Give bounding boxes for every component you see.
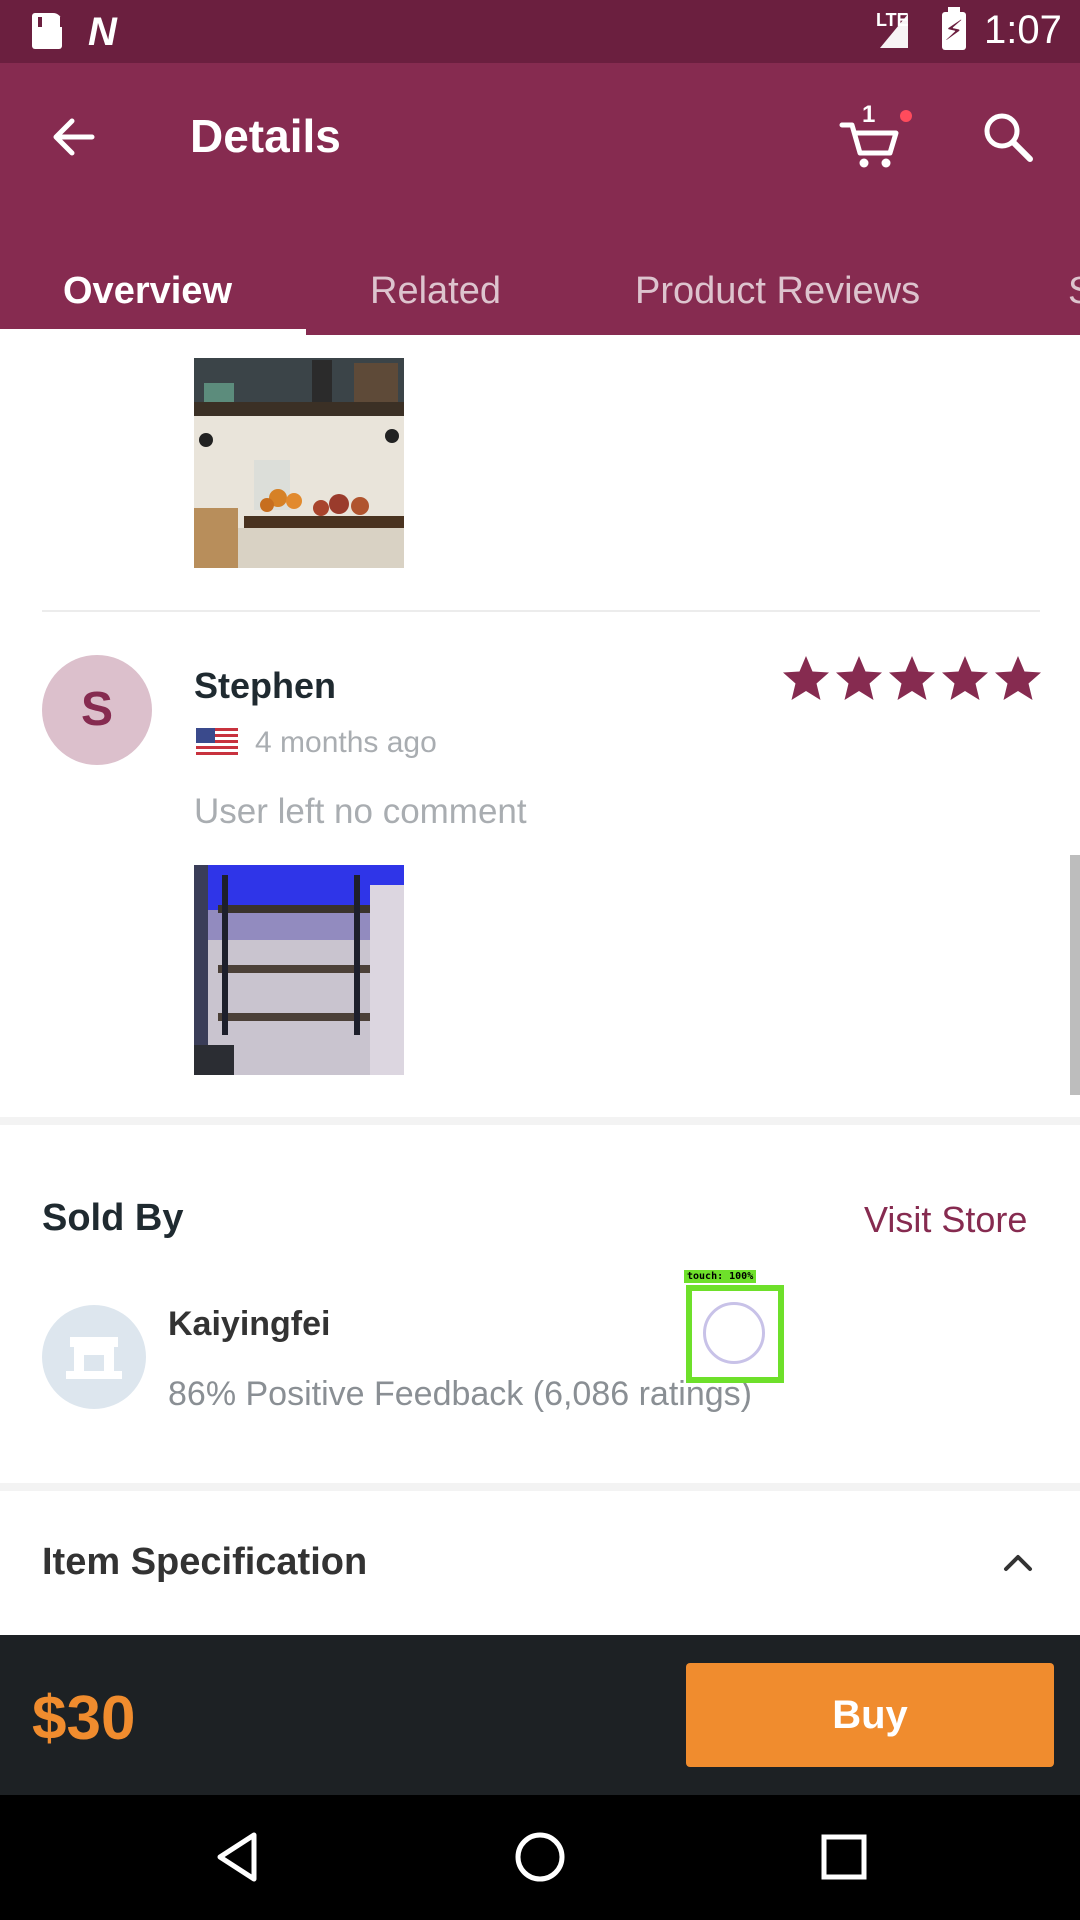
tab-related[interactable]: Related xyxy=(370,246,501,335)
reviewer-name: Stephen xyxy=(194,665,337,706)
nav-home-icon xyxy=(515,1832,565,1882)
system-nav-bar xyxy=(0,1795,1080,1920)
sd-card-icon xyxy=(32,13,64,49)
cart-count-badge: 1 xyxy=(862,101,876,128)
cart-notification-dot xyxy=(900,110,912,122)
item-specification-title[interactable]: Item Specification xyxy=(42,1541,367,1584)
star-rating xyxy=(783,656,1041,700)
price: $30 xyxy=(32,1684,136,1753)
nav-recents-icon xyxy=(821,1834,867,1880)
review-time: 4 months ago xyxy=(255,726,437,759)
touch-indicator-label: touch: 100% xyxy=(684,1270,757,1283)
tab-product-reviews[interactable]: Product Reviews xyxy=(635,246,920,335)
nav-back-icon xyxy=(217,1832,257,1882)
n-notification-icon: N xyxy=(88,10,117,54)
store-icon xyxy=(66,1337,122,1379)
us-flag-icon xyxy=(196,728,238,758)
scrollbar[interactable] xyxy=(1070,855,1080,1095)
store-avatar[interactable] xyxy=(42,1305,146,1409)
star-icon xyxy=(995,656,1041,700)
charging-icon: ⚡ xyxy=(944,15,964,46)
content-scroll[interactable]: S Stephen 4 months ago User left no comm… xyxy=(0,335,1080,1635)
search-button[interactable] xyxy=(978,107,1038,167)
spec-toggle[interactable] xyxy=(1000,1545,1036,1581)
touch-indicator-circle xyxy=(703,1302,765,1364)
network-type: LTE xyxy=(876,10,909,30)
sold-by-title: Sold By xyxy=(42,1197,184,1239)
visit-store-link[interactable]: Visit Store xyxy=(864,1199,1027,1241)
tab-bar: Overview Related Product Reviews S xyxy=(0,246,1080,335)
status-bar: N LTE ⚡ 1:07 xyxy=(0,0,1080,63)
shelf-blue-light-photo xyxy=(194,865,404,1075)
search-icon xyxy=(984,113,1033,162)
app-bar: Details 1 Overview Related Product Revie… xyxy=(0,63,1080,335)
shelf-fruit-photo xyxy=(194,358,404,568)
buy-button[interactable]: Buy xyxy=(686,1663,1054,1767)
store-name[interactable]: Kaiyingfei xyxy=(168,1305,330,1344)
section-separator xyxy=(0,1117,1080,1125)
tab-partial[interactable]: S xyxy=(1068,246,1080,335)
nav-home-button[interactable] xyxy=(508,1825,572,1889)
review-photo[interactable] xyxy=(194,358,404,568)
store-feedback: 86% Positive Feedback (6,086 ratings) xyxy=(168,1375,752,1413)
page-title: Details xyxy=(190,110,341,162)
review-comment: User left no comment xyxy=(194,792,527,831)
chevron-up-icon xyxy=(1004,1555,1032,1571)
back-arrow-icon xyxy=(53,118,95,156)
star-icon xyxy=(836,656,882,700)
star-icon xyxy=(889,656,935,700)
purchase-bar: $30 Buy xyxy=(0,1635,1080,1795)
nav-back-button[interactable] xyxy=(206,1825,270,1889)
status-time: 1:07 xyxy=(984,8,1062,52)
nav-recents-button[interactable] xyxy=(812,1825,876,1889)
review-photo[interactable] xyxy=(194,865,404,1075)
review-divider xyxy=(42,610,1040,612)
section-separator xyxy=(0,1483,1080,1491)
star-icon xyxy=(783,656,829,700)
star-icon xyxy=(942,656,988,700)
back-button[interactable] xyxy=(44,107,104,167)
reviewer-avatar: S xyxy=(42,655,152,765)
tab-overview[interactable]: Overview xyxy=(63,246,232,335)
